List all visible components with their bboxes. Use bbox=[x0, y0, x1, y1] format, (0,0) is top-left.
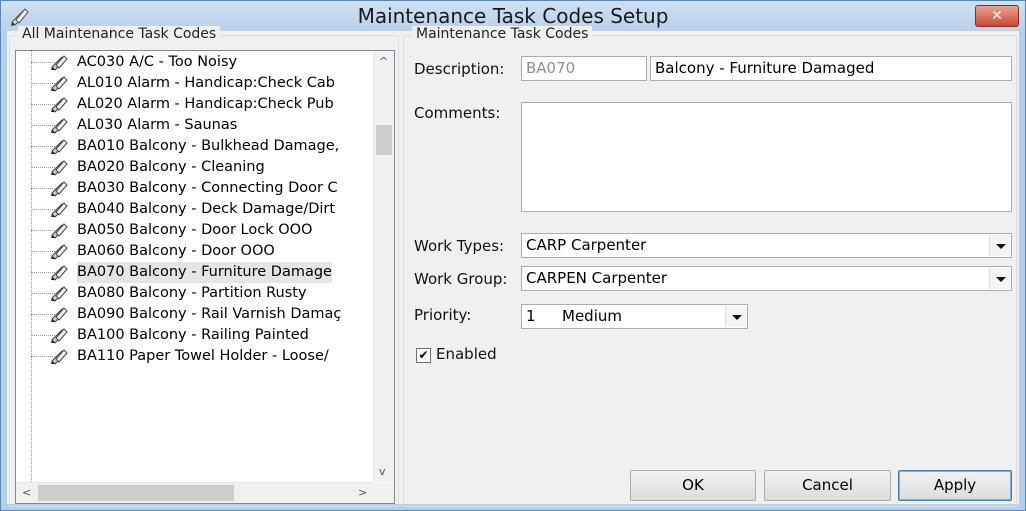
all-codes-group: All Maintenance Task Codes AC030 A/C - T… bbox=[9, 26, 399, 507]
work-group-value: CARPEN Carpenter bbox=[526, 269, 668, 287]
task-pencils-icon bbox=[50, 222, 72, 239]
task-pencils-icon bbox=[50, 285, 72, 302]
tree-item-label: BA040 Balcony - Deck Damage/Dirt bbox=[77, 201, 336, 217]
code-field: BA070 bbox=[521, 56, 647, 81]
tree-item[interactable]: AC030 A/C - Too Noisy bbox=[16, 52, 356, 73]
tree-item[interactable]: AL010 Alarm - Handicap:Check Cab bbox=[16, 73, 356, 94]
chevron-down-icon[interactable] bbox=[989, 268, 1010, 289]
work-types-value: CARP Carpenter bbox=[526, 236, 647, 254]
close-icon: ✕ bbox=[991, 8, 1003, 24]
tree-item-label: BA100 Balcony - Railing Painted bbox=[77, 327, 309, 343]
tree-item-label: BA030 Balcony - Connecting Door C bbox=[77, 180, 338, 196]
chevron-down-icon[interactable] bbox=[989, 235, 1010, 256]
task-pencils-icon bbox=[50, 159, 72, 176]
task-pencils-icon bbox=[50, 96, 72, 113]
tree-item-label: BA070 Balcony - Furniture Damage bbox=[77, 262, 332, 283]
tree-item[interactable]: BA030 Balcony - Connecting Door C bbox=[16, 178, 356, 199]
tree-item-label: BA060 Balcony - Door OOO bbox=[77, 243, 275, 259]
apply-button[interactable]: Apply bbox=[898, 470, 1012, 501]
work-types-select[interactable]: CARP Carpenter bbox=[521, 233, 1012, 258]
checkmark-icon: ✔ bbox=[418, 348, 429, 362]
scrollbar-corner bbox=[374, 483, 394, 503]
description-field[interactable]: Balcony - Furniture Damaged bbox=[650, 56, 1012, 81]
work-types-label: Work Types: bbox=[414, 237, 505, 255]
scroll-right-icon[interactable]: > bbox=[358, 486, 367, 499]
tree-item-label: BA080 Balcony - Partition Rusty bbox=[77, 285, 307, 301]
cancel-button[interactable]: Cancel bbox=[764, 470, 891, 501]
scroll-down-icon[interactable]: v bbox=[379, 465, 386, 478]
priority-number: 1 bbox=[526, 307, 536, 325]
tree-item-label: AL030 Alarm - Saunas bbox=[77, 117, 238, 133]
vertical-scroll-thumb[interactable] bbox=[376, 125, 392, 155]
work-group-select[interactable]: CARPEN Carpenter bbox=[521, 266, 1012, 291]
horizontal-scroll-thumb[interactable] bbox=[38, 485, 234, 501]
task-pencils-icon bbox=[50, 348, 72, 365]
enabled-checkbox[interactable]: ✔ bbox=[416, 348, 431, 363]
task-code-tree[interactable]: AC030 A/C - Too Noisy AL010 Alarm - Handi… bbox=[15, 50, 395, 504]
task-code-details-group: Maintenance Task Codes Description: BA07… bbox=[403, 26, 1017, 507]
tree-item[interactable]: BA020 Balcony - Cleaning bbox=[16, 157, 356, 178]
tree-item-label: BA010 Balcony - Bulkhead Damage, bbox=[77, 138, 340, 154]
task-pencils-icon bbox=[50, 264, 72, 281]
scroll-up-icon[interactable]: ^ bbox=[379, 55, 388, 68]
task-pencils-icon bbox=[50, 243, 72, 260]
ok-button[interactable]: OK bbox=[630, 470, 756, 501]
close-button[interactable]: ✕ bbox=[975, 5, 1019, 27]
task-pencils-icon bbox=[50, 201, 72, 218]
window-title: Maintenance Task Codes Setup bbox=[357, 4, 669, 28]
tree-item[interactable]: BA110 Paper Towel Holder - Loose/ bbox=[16, 346, 356, 367]
details-legend: Maintenance Task Codes bbox=[412, 26, 593, 42]
tree-item-label: BA050 Balcony - Door Lock OOO bbox=[77, 222, 313, 238]
tree-item[interactable]: BA070 Balcony - Furniture Damage bbox=[16, 262, 356, 283]
task-pencils-icon bbox=[50, 306, 72, 323]
tree-item[interactable]: AL030 Alarm - Saunas bbox=[16, 115, 356, 136]
task-pencils-icon bbox=[50, 117, 72, 134]
tree-item-label: AL010 Alarm - Handicap:Check Cab bbox=[77, 75, 335, 91]
tree-item[interactable]: AL020 Alarm - Handicap:Check Pub bbox=[16, 94, 356, 115]
tree-item[interactable]: BA060 Balcony - Door OOO bbox=[16, 241, 356, 262]
tree-item-label: AC030 A/C - Too Noisy bbox=[77, 54, 238, 70]
chevron-down-icon[interactable] bbox=[725, 306, 746, 327]
dialog-client-area: All Maintenance Task Codes AC030 A/C - T… bbox=[7, 26, 1019, 507]
tree-horizontal-scrollbar[interactable]: < > bbox=[16, 482, 374, 503]
scroll-left-icon[interactable]: < bbox=[22, 486, 31, 499]
tree-item[interactable]: BA090 Balcony - Rail Varnish Damaç bbox=[16, 304, 356, 325]
priority-select[interactable]: 1 Medium bbox=[521, 304, 748, 329]
tree-item[interactable]: BA100 Balcony - Railing Painted bbox=[16, 325, 356, 346]
comments-textarea[interactable] bbox=[521, 102, 1012, 212]
dialog-window: Maintenance Task Codes Setup ✕ All Maint… bbox=[0, 0, 1026, 511]
tree-item[interactable]: BA040 Balcony - Deck Damage/Dirt bbox=[16, 199, 356, 220]
tree-vertical-scrollbar[interactable]: ^ v bbox=[373, 51, 394, 482]
description-label: Description: bbox=[414, 60, 505, 78]
task-pencils-icon bbox=[50, 327, 72, 344]
task-pencils-icon bbox=[50, 54, 72, 71]
priority-text: Medium bbox=[562, 307, 622, 325]
tree-item-label: AL020 Alarm - Handicap:Check Pub bbox=[77, 96, 334, 112]
enabled-label[interactable]: Enabled bbox=[436, 345, 497, 363]
task-pencils-icon bbox=[50, 75, 72, 92]
tree-item-label: BA090 Balcony - Rail Varnish Damaç bbox=[77, 306, 342, 322]
task-pencils-icon bbox=[50, 138, 72, 155]
tree-item[interactable]: BA010 Balcony - Bulkhead Damage, bbox=[16, 136, 356, 157]
tree-item[interactable]: BA080 Balcony - Partition Rusty bbox=[16, 283, 356, 304]
tree-item[interactable]: BA050 Balcony - Door Lock OOO bbox=[16, 220, 356, 241]
tree-item-label: BA110 Paper Towel Holder - Loose/ bbox=[77, 348, 329, 364]
all-codes-legend: All Maintenance Task Codes bbox=[18, 26, 221, 42]
task-pencils-icon bbox=[50, 180, 72, 197]
priority-label: Priority: bbox=[414, 306, 472, 324]
tree-item-label: BA020 Balcony - Cleaning bbox=[77, 159, 265, 175]
work-group-label: Work Group: bbox=[414, 270, 508, 288]
comments-label: Comments: bbox=[414, 104, 501, 122]
